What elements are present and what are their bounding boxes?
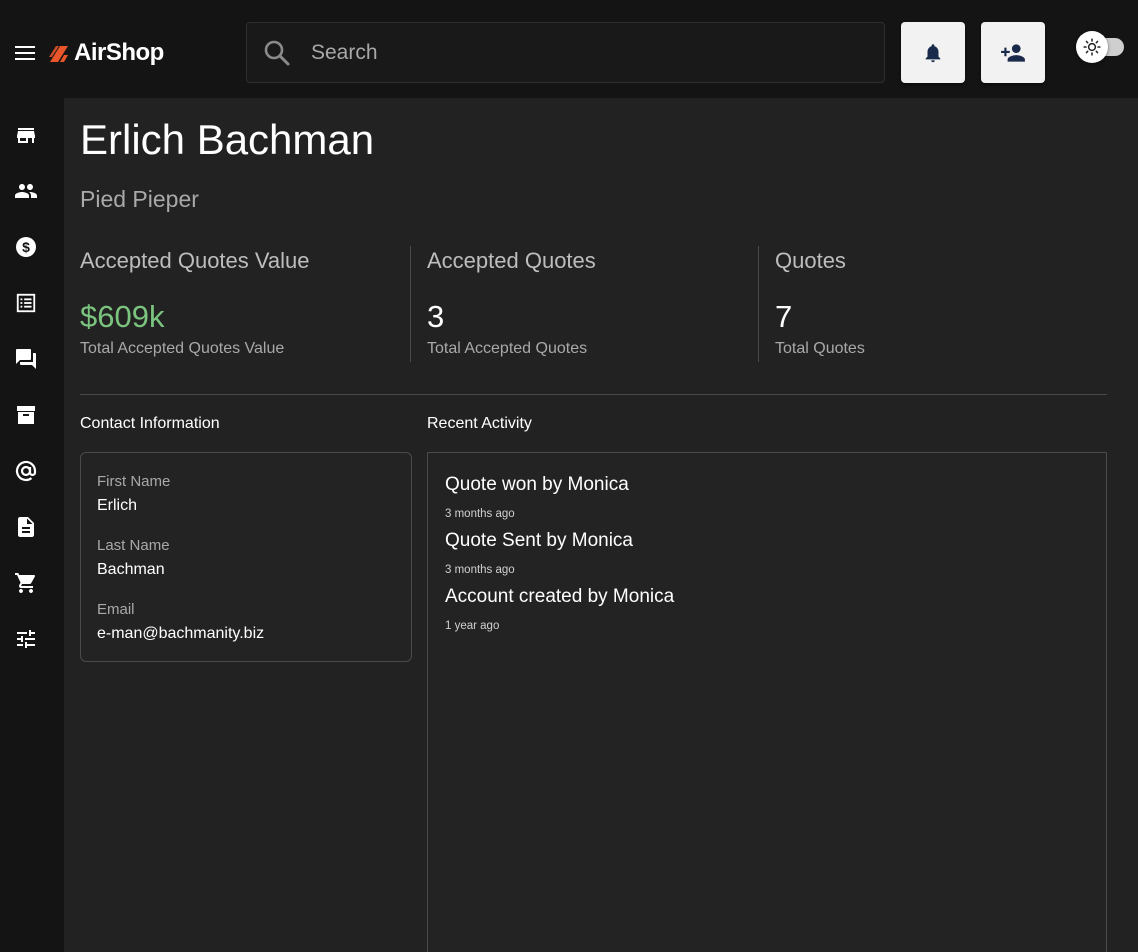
sidebar-item-billing[interactable]: $ — [13, 234, 39, 260]
sidebar-item-settings[interactable] — [13, 626, 39, 652]
top-bar: AirShop — [0, 0, 1138, 98]
stat-divider — [410, 246, 411, 362]
activity-item-title: Account created by Monica — [445, 586, 675, 607]
search-bar[interactable] — [246, 22, 885, 83]
store-icon — [17, 128, 35, 143]
document-icon — [18, 517, 34, 537]
sidebar-item-archive[interactable] — [13, 402, 39, 428]
sidebar-item-documents[interactable] — [13, 514, 39, 540]
menu-button[interactable] — [12, 40, 38, 66]
dollar-icon: $ — [16, 237, 36, 257]
stat-divider — [758, 246, 759, 362]
sidebar-item-people[interactable] — [13, 178, 39, 204]
stat-label: Quotes — [775, 248, 846, 273]
theme-toggle[interactable] — [1076, 31, 1125, 63]
people-icon — [15, 184, 37, 198]
sidebar-item-store[interactable] — [13, 122, 39, 148]
activity-item-time: 1 year ago — [445, 620, 500, 632]
hamburger-icon — [15, 46, 35, 60]
sidebar-item-cart[interactable] — [13, 570, 39, 596]
first-name-label: First Name — [97, 473, 171, 490]
company-name: Pied Pieper — [80, 186, 199, 212]
stat-value: 7 — [775, 299, 793, 334]
activity-item-title: Quote won by Monica — [445, 474, 629, 495]
recent-activity-title: Recent Activity — [427, 415, 532, 432]
cart-icon — [15, 573, 36, 593]
sidebar-item-email[interactable] — [13, 458, 39, 484]
svg-text:$: $ — [22, 239, 30, 255]
main-content: Erlich Bachman Pied Pieper Accepted Quot… — [64, 98, 1138, 952]
search-input[interactable] — [311, 40, 851, 65]
sidebar: $ — [0, 98, 64, 952]
recent-activity-list: Quote won by Monica 3 months ago Quote S… — [427, 452, 1107, 952]
bell-icon — [925, 43, 941, 62]
last-name-label: Last Name — [97, 537, 170, 554]
stat-caption: Total Quotes — [775, 340, 865, 357]
stat-value: $609k — [80, 299, 165, 334]
app-logo[interactable]: AirShop — [48, 38, 164, 68]
search-icon — [262, 38, 292, 68]
first-name-value: Erlich — [97, 497, 138, 514]
tune-icon — [17, 630, 35, 648]
list-icon — [16, 293, 36, 313]
last-name-value: Bachman — [97, 561, 165, 578]
sidebar-item-messages[interactable] — [13, 346, 39, 372]
logo-mark-icon — [49, 46, 68, 62]
activity-item-time: 3 months ago — [445, 508, 515, 520]
stat-caption: Total Accepted Quotes Value — [80, 340, 285, 357]
contact-info-card: First Name Erlich Last Name Bachman Emai… — [80, 452, 412, 662]
stat-caption: Total Accepted Quotes — [427, 340, 588, 357]
notifications-button[interactable] — [901, 22, 965, 83]
sun-icon — [1083, 38, 1101, 56]
sidebar-item-list[interactable] — [13, 290, 39, 316]
archive-icon — [17, 406, 35, 424]
section-divider — [80, 394, 1107, 395]
email-label: Email — [97, 601, 135, 618]
activity-item-time: 3 months ago — [445, 564, 515, 576]
activity-item-title: Quote Sent by Monica — [445, 530, 633, 551]
add-user-icon — [1001, 43, 1025, 62]
toggle-knob — [1076, 31, 1108, 63]
stat-label: Accepted Quotes — [427, 248, 596, 273]
stat-label: Accepted Quotes Value — [80, 248, 310, 273]
contact-info-title: Contact Information — [80, 415, 220, 432]
forum-icon — [16, 349, 36, 369]
add-contact-button[interactable] — [981, 22, 1045, 83]
at-icon — [15, 460, 37, 482]
stat-value: 3 — [427, 299, 445, 334]
app-name: AirShop — [74, 39, 164, 66]
page-title: Erlich Bachman — [80, 116, 375, 163]
email-value: e-man@bachmanity.biz — [97, 625, 265, 642]
